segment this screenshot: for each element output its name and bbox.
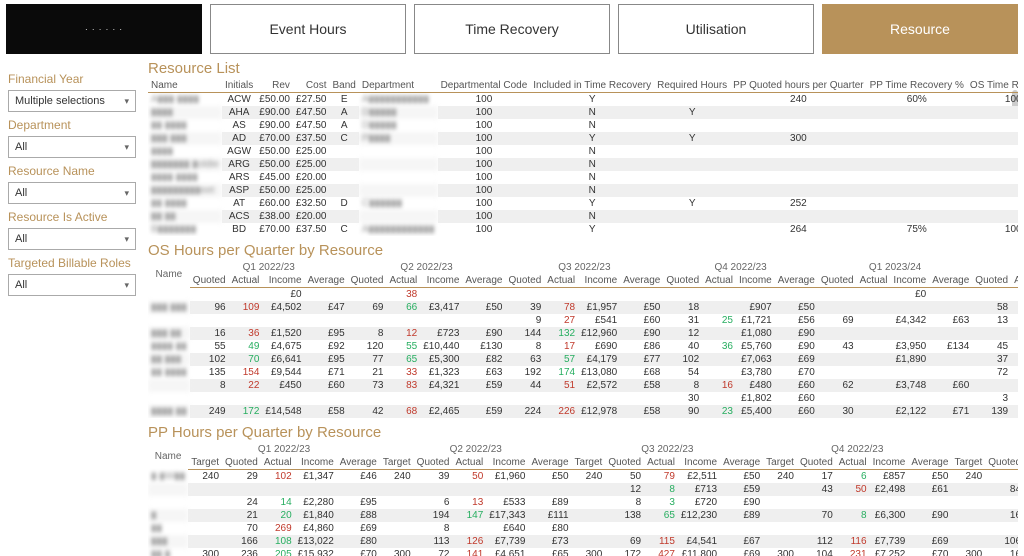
table-row[interactable]: ▮▮▮▮AGW£50.00£25.00100N xyxy=(148,145,1018,158)
table-row[interactable]: ▮▮▮▮▮▮▮ ▮oldieARG£50.00£25.00100N xyxy=(148,158,1018,171)
table-row[interactable]: ▮▮ ▮▮▮10270£6,641£957765£5,300£826357£4,… xyxy=(148,353,1018,366)
resource-list-title: Resource List xyxy=(148,60,1018,77)
table-row[interactable]: ▮▮▮▮AHA£90.00£47.50AD▮▮▮▮▮100NY xyxy=(148,106,1018,119)
filter-label: Resource Name xyxy=(8,164,138,178)
table-row[interactable]: ▮ ▮W▮▮24029102£1,347£462403950£1,960£502… xyxy=(148,470,1018,484)
pp-hours-table: NameQ1 2022/23Q2 2022/23Q3 2022/23Q4 202… xyxy=(148,443,1018,556)
tab-resource[interactable]: Resource xyxy=(822,4,1018,54)
chevron-down-icon: ▾ xyxy=(124,280,129,291)
filter-select[interactable]: All▾ xyxy=(8,228,136,250)
os-hours-title: OS Hours per Quarter by Resource xyxy=(148,242,1018,259)
table-row[interactable]: 30£1,802£603£201 xyxy=(148,392,1018,405)
table-row[interactable]: ▮▮▮▮ ▮▮▮▮ARS£45.00£20.00100N xyxy=(148,171,1018,184)
resource-list-table: NameInitialsRevCostBandDepartmentDepartm… xyxy=(148,79,1018,236)
filter-select[interactable]: All▾ xyxy=(8,274,136,296)
filter-select[interactable]: All▾ xyxy=(8,182,136,204)
os-hours-table: NameQ1 2022/23Q2 2022/23Q3 2022/23Q4 202… xyxy=(148,261,1018,418)
tab-utilisation[interactable]: Utilisation xyxy=(618,4,814,54)
table-row[interactable]: ▮▮▮ ▮▮1636£1,520£95812£723£90144132£12,9… xyxy=(148,327,1018,340)
filter-label: Department xyxy=(8,118,138,132)
filter-label: Targeted Billable Roles xyxy=(8,256,138,270)
table-row[interactable]: ▮▮ ▮▮▮▮AS£90.00£47.50AD▮▮▮▮▮100N xyxy=(148,119,1018,132)
table-row[interactable]: ▮▮ ▮300236205£15,932£7030072141£4,651£65… xyxy=(148,548,1018,556)
table-row[interactable]: 2414£2,280£95613£533£8983£720£90 xyxy=(148,496,1018,509)
chevron-down-icon: ▾ xyxy=(124,142,129,153)
filter-label: Financial Year xyxy=(8,72,138,86)
chevron-down-icon: ▾ xyxy=(124,234,129,245)
filter-select[interactable]: All▾ xyxy=(8,136,136,158)
table-row[interactable]: ▮▮ ▮▮ACS£38.00£20.00100N xyxy=(148,210,1018,223)
table-row[interactable]: ▮▮▮ ▮▮▮AD£70.00£37.50CP▮▮▮▮100YY300 xyxy=(148,132,1018,145)
table-row[interactable]: ▮2120£1,840£88194147£17,343£11113865£12,… xyxy=(148,509,1018,522)
logo: · · · · · · xyxy=(6,4,202,54)
filter-select[interactable]: Multiple selections▾ xyxy=(8,90,136,112)
chevron-down-icon: ▾ xyxy=(124,188,129,199)
table-row[interactable]: A▮▮▮ ▮▮▮▮ACW£50.00£27.50EA▮▮▮▮▮▮▮▮▮▮▮100… xyxy=(148,93,1018,107)
table-row[interactable]: ▮▮▮▮▮▮▮▮▮eetASP£50.00£25.00100N xyxy=(148,184,1018,197)
filter-label: Resource Is Active xyxy=(8,210,138,224)
chevron-down-icon: ▾ xyxy=(124,96,129,107)
table-row[interactable]: ▮▮▮▮ ▮▮5549£4,675£9212055£10,440£130817£… xyxy=(148,340,1018,353)
table-row[interactable]: 927£541£603125£1,721£5669£4,342£6313£829 xyxy=(148,314,1018,327)
tab-event-hours[interactable]: Event Hours xyxy=(210,4,406,54)
table-row[interactable]: ▮▮▮166108£13,022£80113126£7,739£7369115£… xyxy=(148,535,1018,548)
table-row[interactable]: 128£713£594350£2,498£618460£5,86 xyxy=(148,483,1018,496)
table-row[interactable]: ▮▮70269£4,860£698£640£80 xyxy=(148,522,1018,535)
table-row[interactable]: ▮▮▮ ▮▮▮96109£4,502£476966£3,417£503978£1… xyxy=(148,301,1018,314)
table-row[interactable]: B▮▮▮▮▮▮▮BD£70.00£37.50CA▮▮▮▮▮▮▮▮▮▮▮▮100Y… xyxy=(148,223,1018,236)
table-row[interactable]: ▮▮ ▮▮▮▮AT£60.00£32.50DC▮▮▮▮▮▮100YY252 xyxy=(148,197,1018,210)
tab-time-recovery[interactable]: Time Recovery xyxy=(414,4,610,54)
table-row[interactable]: £038£0 xyxy=(148,288,1018,302)
table-row[interactable]: ▮▮ ▮▮▮▮135154£9,544£712133£1,323£6319217… xyxy=(148,366,1018,379)
filter-panel: Financial Year Multiple selections▾ Depart… xyxy=(0,58,146,556)
pp-hours-title: PP Hours per Quarter by Resource xyxy=(148,424,1018,441)
table-row[interactable]: 822£450£607383£4,321£594451£2,572£58816£… xyxy=(148,379,1018,392)
table-row[interactable]: ▮▮▮▮ ▮▮249172£14,548£584268£2,465£592242… xyxy=(148,405,1018,418)
